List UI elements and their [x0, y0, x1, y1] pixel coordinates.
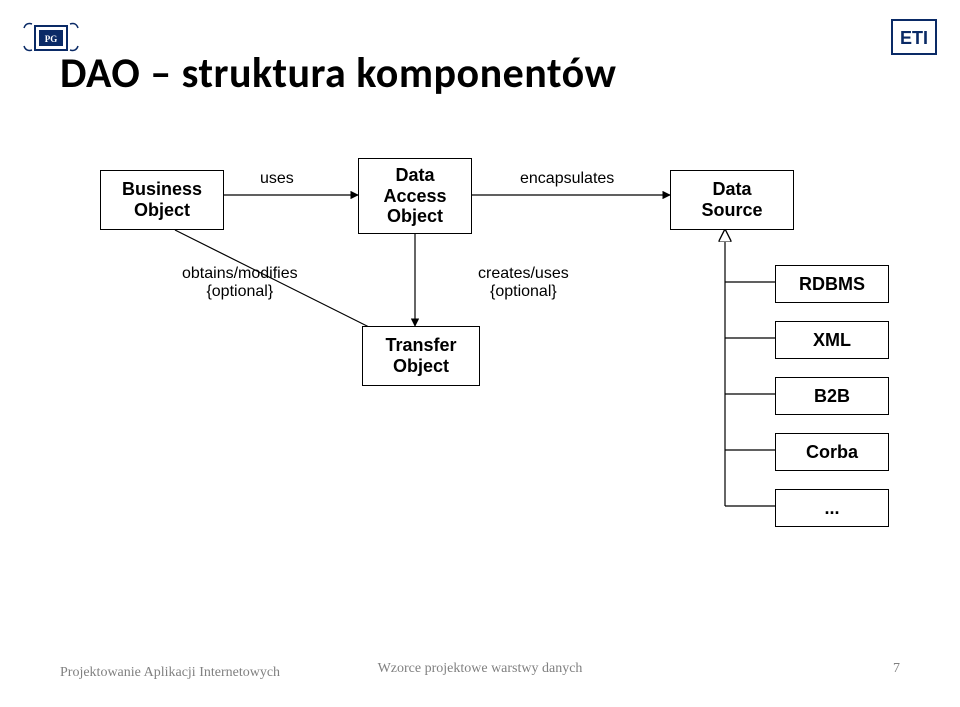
box-rdbms: RDBMS: [775, 265, 889, 303]
label-encapsulates: encapsulates: [520, 170, 614, 188]
box-ellipsis: ...: [775, 489, 889, 527]
box-transfer-object: Transfer Object: [362, 326, 480, 386]
footer-page: 7: [893, 661, 900, 677]
box-business-object: Business Object: [100, 170, 224, 230]
label-creates-uses: creates/uses {optional}: [478, 265, 569, 300]
label-obtains-modifies: obtains/modifies {optional}: [182, 265, 298, 300]
box-xml: XML: [775, 321, 889, 359]
label-uses: uses: [260, 170, 294, 188]
box-data-access-object: Data Access Object: [358, 158, 472, 234]
footer-center: Wzorce projektowe warstwy danych: [378, 661, 583, 677]
footer-left: Projektowanie Aplikacji Internetowych: [60, 665, 280, 682]
box-corba: Corba: [775, 433, 889, 471]
box-data-source: Data Source: [670, 170, 794, 230]
box-b2b: B2B: [775, 377, 889, 415]
